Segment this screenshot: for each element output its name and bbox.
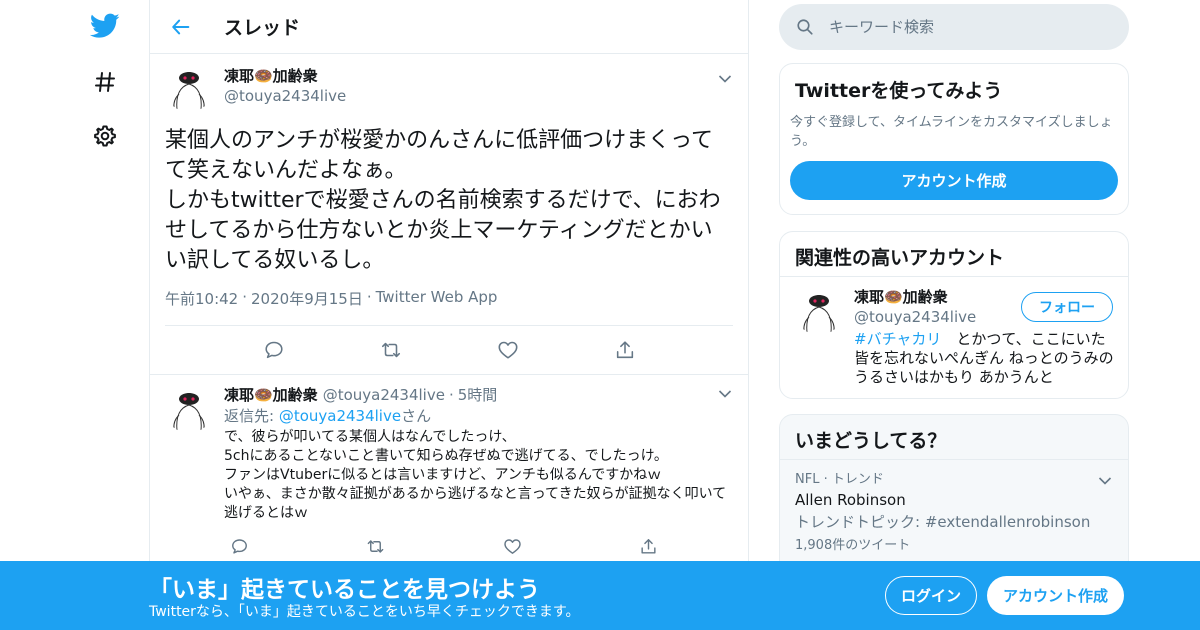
signup-button[interactable]: アカウント作成: [987, 576, 1124, 615]
page-title: スレッド: [224, 17, 301, 39]
account-handle[interactable]: @touya2434live: [854, 307, 976, 327]
meta-separator: ·: [242, 288, 248, 306]
reply-suffix: さん: [401, 407, 432, 425]
trend-item[interactable]: NFL · トレンド Allen Robinson トレンドトピック: #ext…: [780, 460, 1128, 569]
tweet-actions: [165, 326, 733, 374]
trend-name[interactable]: Allen Robinson: [795, 489, 1113, 511]
search-bar[interactable]: [779, 4, 1129, 50]
share-icon[interactable]: [607, 332, 643, 368]
hashtag-icon[interactable]: [87, 64, 123, 100]
replying-to: 返信先: @touya2434liveさん: [224, 405, 733, 427]
share-icon[interactable]: [634, 531, 664, 561]
trend-tweet-count: 1,908件のツイート: [795, 538, 911, 553]
login-button[interactable]: ログイン: [885, 576, 977, 615]
tweet-date[interactable]: 2020年9月15日: [251, 288, 363, 309]
trends-card: いまどうしてる？ NFL · トレンド Allen Robinson トレンドト…: [779, 414, 1129, 574]
trend-category: NFL · トレンド: [795, 472, 884, 487]
left-nav: [0, 0, 150, 630]
penguin-avatar-icon: [795, 287, 843, 335]
penguin-avatar-icon: [165, 385, 213, 433]
tweet-text: 某個人のアンチが桜愛かのんさんに低評価つけまくってて笑えないんだよなぁ。 しかも…: [165, 128, 721, 273]
retweet-icon[interactable]: [373, 332, 409, 368]
bio-hashtag-link[interactable]: #バチャカリ: [854, 330, 941, 348]
like-heart-icon[interactable]: [490, 332, 526, 368]
chevron-down-icon[interactable]: [714, 383, 736, 405]
retweet-icon[interactable]: [361, 531, 391, 561]
signup-card: Twitterを使ってみよう 今すぐ登録して、タイムラインをカスタマイズしましょ…: [779, 63, 1129, 215]
search-icon: [795, 17, 815, 37]
tweet-time[interactable]: 午前10:42: [165, 288, 238, 309]
trends-card-title: いまどうしてる？: [780, 415, 1128, 460]
create-account-button[interactable]: アカウント作成: [790, 161, 1118, 200]
account-bio: #バチャカリ とかつて、ここにいた皆を忘れないぺんぎん ねっとのうみのうるさいは…: [854, 330, 1114, 387]
meta-separator: ·: [366, 288, 372, 306]
chevron-down-icon[interactable]: [714, 68, 736, 90]
trend-topic: トレンドトピック: #extendallenrobinson: [795, 513, 1091, 531]
reply-author-handle[interactable]: @touya2434live: [323, 385, 445, 405]
main-column: スレッド 凍耶🍩加齢衆 @touya2434live 某個人のアンチが桜愛かのん…: [149, 0, 749, 630]
twitter-logo-icon[interactable]: [87, 8, 123, 44]
main-tweet: 凍耶🍩加齢衆 @touya2434live 某個人のアンチが桜愛かのんさんに低評…: [150, 54, 748, 374]
like-heart-icon[interactable]: [497, 531, 527, 561]
signup-card-title: Twitterを使ってみよう: [795, 80, 1003, 102]
reply-prefix: 返信先:: [224, 407, 279, 425]
reply-icon[interactable]: [256, 332, 292, 368]
reply-icon[interactable]: [224, 531, 254, 561]
recommended-account[interactable]: 凍耶🍩加齢衆 @touya2434live フォロー #バチャカリ とかつて、こ…: [780, 277, 1128, 386]
banner-title: 「いま」起きていることを見つけよう: [149, 577, 540, 603]
related-card-title: 関連性の高いアカウント: [780, 232, 1128, 277]
reply-tweet[interactable]: 凍耶🍩加齢衆 @touya2434live · 5時間 返信先: @touya2…: [150, 374, 748, 561]
penguin-avatar-icon: [165, 64, 213, 112]
follow-button[interactable]: フォロー: [1021, 292, 1113, 322]
avatar[interactable]: [165, 64, 213, 112]
author-display-name[interactable]: 凍耶🍩加齢衆: [224, 66, 346, 86]
reply-text: で、彼らが叩いてる某個人はなんでしたっけ、 5chにあることないこと書いて知らぬ…: [224, 429, 727, 521]
thread-header: スレッド: [150, 0, 748, 54]
reply-to-link[interactable]: @touya2434live: [279, 407, 401, 425]
reply-actions: [224, 531, 664, 561]
tweet-metadata: 午前10:42 · 2020年9月15日 · Twitter Web App: [165, 288, 733, 309]
banner-subtitle: Twitterなら、「いま」起きていることをいち早くチェックできます。: [149, 604, 580, 620]
related-accounts-card: 関連性の高いアカウント 凍耶🍩加齢衆 @touya2434live フォロー #…: [779, 231, 1129, 399]
author-handle[interactable]: @touya2434live: [224, 86, 346, 106]
account-display-name[interactable]: 凍耶🍩加齢衆: [854, 287, 976, 307]
avatar[interactable]: [795, 287, 843, 335]
chevron-down-icon[interactable]: [1094, 470, 1116, 492]
signup-banner: 「いま」起きていることを見つけよう Twitterなら、「いま」起きていることを…: [0, 561, 1200, 630]
tweet-source[interactable]: Twitter Web App: [376, 288, 498, 309]
back-arrow-icon[interactable]: [163, 9, 199, 45]
signup-card-description: 今すぐ登録して、タイムラインをカスタマイズしましょう。: [790, 115, 1113, 149]
avatar[interactable]: [165, 385, 213, 433]
reply-time[interactable]: 5時間: [458, 385, 498, 405]
gear-icon[interactable]: [87, 118, 123, 154]
reply-author-name[interactable]: 凍耶🍩加齢衆: [224, 385, 318, 405]
meta-separator: ·: [448, 386, 454, 404]
search-input[interactable]: [829, 18, 1109, 36]
